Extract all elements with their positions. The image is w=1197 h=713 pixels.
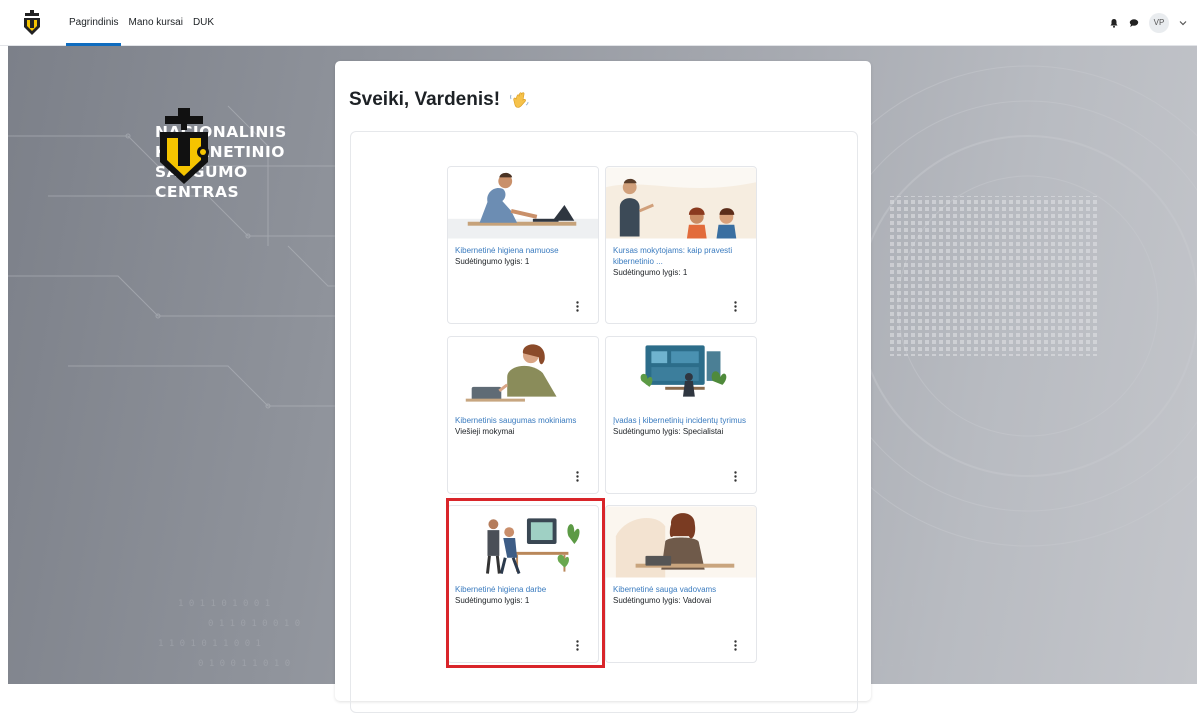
greeting-heading: Sveiki, Vardenis!: [349, 89, 530, 111]
chevron-down-icon[interactable]: [1179, 19, 1187, 27]
course-level: Sudėtingumo lygis: 1: [455, 257, 530, 266]
svg-text:1 1 0 1 0 0 1 1 0: 1 1 0 1 0 0 1 1 0: [878, 659, 970, 669]
ncsc-brand: NACIONALINIS KIBERNETINIO SAUGUMO CENTRA…: [155, 108, 287, 202]
bell-icon[interactable]: [1109, 18, 1119, 28]
greeting-text: Sveiki, Vardenis!: [349, 89, 501, 110]
course-title-link[interactable]: Kibernetinis saugumas mokiniams: [455, 415, 591, 426]
nav-link-home[interactable]: Pagrindinis: [65, 0, 122, 46]
dashboard-card: Sveiki, Vardenis! Kibernetinė higiena na…: [335, 61, 871, 713]
course-title-link[interactable]: Kibernetinė higiena namuose: [455, 245, 591, 256]
course-image: [606, 167, 756, 239]
user-avatar[interactable]: VP: [1149, 13, 1169, 33]
shield-logo-icon[interactable]: [22, 10, 42, 36]
course-card[interactable]: Kibernetinė higiena namuose Sudėtingumo …: [447, 166, 599, 324]
course-level: Sudėtingumo lygis: Vadovai: [613, 596, 712, 605]
svg-text:1 1 0 1 0 1 1 0 0 1: 1 1 0 1 0 1 1 0 0 1: [158, 639, 261, 649]
kebab-menu-icon: [575, 300, 579, 312]
course-actions-button[interactable]: [730, 638, 740, 652]
course-image: [606, 506, 756, 578]
svg-text:1 0 1 1 0 1 0 0 1: 1 0 1 1 0 1 0 0 1: [178, 599, 270, 609]
course-actions-button[interactable]: [572, 469, 582, 483]
course-image: [448, 167, 598, 239]
nav-link-faq[interactable]: DUK: [192, 0, 215, 46]
course-card[interactable]: Įvadas į kibernetinių incidentų tyrimus …: [605, 336, 757, 494]
course-actions-button[interactable]: [730, 469, 740, 483]
svg-text:0 1 1 0 1 0 0 1 0: 0 1 1 0 1 0 0 1 0: [208, 619, 300, 629]
svg-text:0 1 1 0 0 1 0 1: 0 1 1 0 0 1 0 1: [908, 629, 989, 639]
course-level: Sudėtingumo lygis: 1: [613, 268, 688, 277]
course-overview-block: Kibernetinė higiena namuose Sudėtingumo …: [350, 131, 858, 713]
course-card[interactable]: Kibernetinė sauga vadovams Sudėtingumo l…: [605, 505, 757, 663]
highlight-frame: [446, 498, 605, 668]
course-image: [606, 337, 756, 409]
course-level: Sudėtingumo lygis: Specialistai: [613, 427, 724, 436]
svg-text:1 0 1 0 1 1 0 1: 1 0 1 0 1 1 0 1: [888, 599, 969, 609]
nav-link-my-courses[interactable]: Mano kursai: [127, 0, 183, 46]
kebab-menu-icon: [733, 300, 737, 312]
kebab-menu-icon: [733, 639, 737, 651]
course-image: [448, 337, 598, 409]
course-title-link[interactable]: Kibernetinė sauga vadovams: [613, 584, 749, 595]
waving-hand-icon: [510, 92, 529, 108]
chat-icon[interactable]: [1129, 18, 1139, 28]
course-card[interactable]: Kibernetinis saugumas mokiniams Viešieji…: [447, 336, 599, 494]
course-level: Viešieji mokymai: [455, 427, 515, 436]
course-actions-button[interactable]: [572, 299, 582, 313]
course-actions-button[interactable]: [730, 299, 740, 313]
course-title-link[interactable]: Įvadas į kibernetinių incidentų tyrimus: [613, 415, 749, 426]
kebab-menu-icon: [575, 470, 579, 482]
course-title-link[interactable]: Kursas mokytojams: kaip pravesti kiberne…: [613, 245, 749, 267]
kebab-menu-icon: [733, 470, 737, 482]
course-card[interactable]: Kursas mokytojams: kaip pravesti kiberne…: [605, 166, 757, 324]
top-navbar: Pagrindinis Mano kursai DUK VP: [0, 0, 1197, 46]
svg-text:0 1 0 0 1 1 0 1 0: 0 1 0 0 1 1 0 1 0: [198, 659, 290, 669]
ncsc-shield-logo: [160, 108, 209, 184]
